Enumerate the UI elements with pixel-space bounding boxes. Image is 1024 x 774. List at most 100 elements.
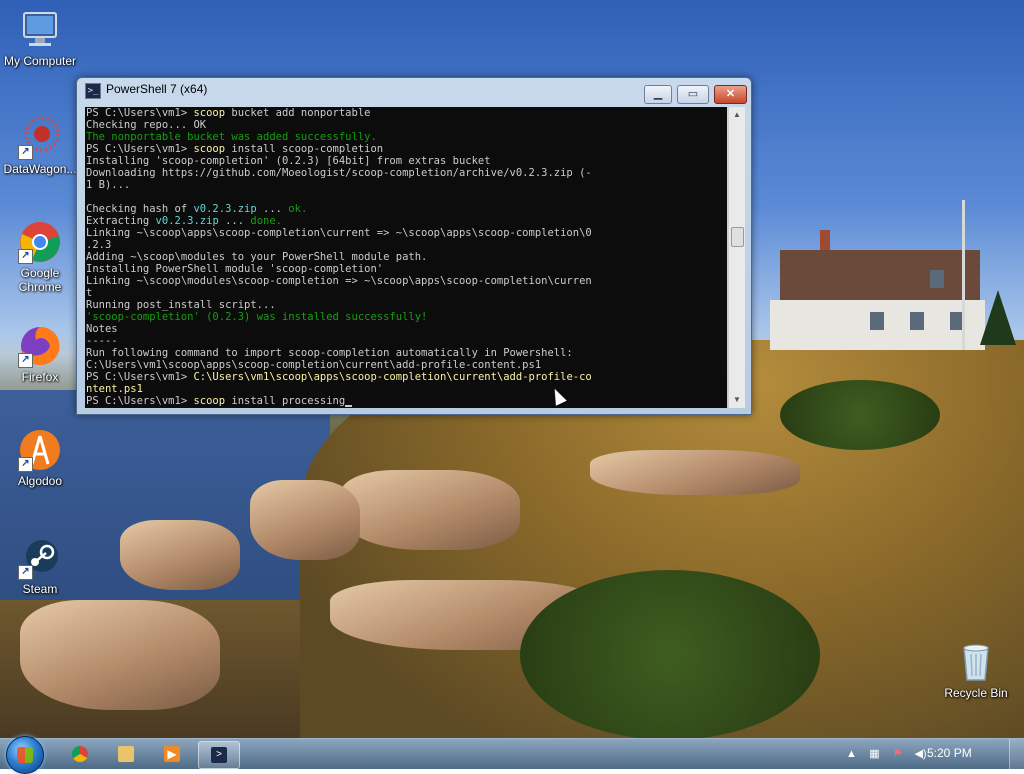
vertical-scrollbar[interactable]: ▲ ▼ [728, 107, 745, 408]
media-player-icon: ▶ [164, 746, 180, 762]
console-text: Linking ~\scoop\apps\scoop-completion\cu… [86, 227, 592, 239]
console-line: ntent.ps1 [86, 383, 726, 395]
wallpaper-rock [120, 520, 240, 590]
console-text: Run following command to import scoop-co… [86, 347, 573, 359]
console-line: Checking hash of v0.2.3.zip ... ok. [86, 203, 726, 215]
scroll-up-arrow-icon[interactable]: ▲ [729, 107, 745, 123]
steam-icon: ↗ [18, 536, 62, 580]
console-line: Running post_install script... [86, 299, 726, 311]
console-text: C:\Users\vm1\scoop\apps\scoop-completion… [86, 359, 542, 371]
console-text: bucket add nonportable [225, 107, 371, 119]
folder-icon [118, 746, 134, 762]
powershell-icon: > [211, 747, 227, 763]
console-line: C:\Users\vm1\scoop\apps\scoop-completion… [86, 359, 726, 371]
console-text: PS C:\Users\vm1> [86, 395, 194, 407]
console-text: C:\Users\vm1\scoop\apps\scoop-completion… [193, 371, 592, 383]
desktop-icon-algodoo[interactable]: ↗ Algodoo [0, 428, 80, 488]
console-text: Installing 'scoop-completion' (0.2.3) [6… [86, 155, 491, 167]
taskbar-item-media-player[interactable]: ▶ [152, 741, 192, 767]
console-text: ... [256, 203, 289, 215]
clock[interactable]: 5:20 PM [927, 746, 972, 760]
console-line: PS C:\Users\vm1> scoop install processin… [86, 395, 726, 407]
console-text: done. [250, 215, 282, 227]
scroll-down-arrow-icon[interactable]: ▼ [729, 392, 745, 408]
wallpaper-rock [20, 600, 220, 710]
wallpaper-bush [780, 380, 940, 450]
console-text: scoop [193, 143, 226, 155]
desktop-icon-datawagon[interactable]: ↗ DataWagon... [0, 116, 80, 176]
console-line: The nonportable bucket was added success… [86, 131, 726, 143]
console-text: Extracting [86, 215, 156, 227]
console-text: 'scoop-completion' (0.2.3) was installed… [86, 311, 428, 323]
console-line: Downloading https://github.com/Moeologis… [86, 167, 726, 179]
console-text: install scoop-completion [225, 143, 384, 155]
console-line: Notes [86, 323, 726, 335]
console-line: t [86, 287, 726, 299]
close-button[interactable]: ✕ [714, 85, 747, 104]
console-output[interactable]: PS C:\Users\vm1> scoop bucket add nonpor… [85, 107, 727, 408]
shortcut-arrow-icon: ↗ [18, 565, 33, 580]
powershell-icon[interactable]: >_ [85, 83, 101, 99]
taskbar-item-powershell[interactable]: > [198, 741, 240, 769]
console-line: Linking ~\scoop\modules\scoop-completion… [86, 275, 726, 287]
console-text: ok. [288, 203, 308, 215]
console-line: Run following command to import scoop-co… [86, 347, 726, 359]
network-icon[interactable]: ▦ [868, 748, 881, 761]
maximize-icon: ▭ [687, 88, 699, 100]
maximize-button[interactable]: ▭ [677, 85, 709, 104]
chrome-icon [72, 746, 88, 762]
console-line: PS C:\Users\vm1> C:\Users\vm1\scoop\apps… [86, 371, 726, 383]
console-line: Installing 'scoop-completion' (0.2.3) [6… [86, 155, 726, 167]
console-text: v0.2.3.zip [193, 203, 257, 215]
taskbar-item-chrome[interactable] [60, 741, 100, 767]
wallpaper-rock [340, 470, 520, 550]
console-text: Running post_install script... [86, 299, 276, 311]
desktop-icon-my-computer[interactable]: My Computer [0, 8, 80, 68]
console-text: Checking hash of [86, 203, 194, 215]
desktop-icon-google-chrome[interactable]: ↗ Google Chrome [0, 220, 80, 294]
minimize-button[interactable]: ▁ [644, 85, 672, 104]
desktop-icon-recycle-bin[interactable]: Recycle Bin [936, 640, 1016, 700]
wallpaper-house [770, 230, 990, 350]
console-text: Installing PowerShell module 'scoop-comp… [86, 263, 384, 275]
console-lines: PS C:\Users\vm1> scoop bucket add nonpor… [86, 107, 726, 407]
console-text: install processing [225, 395, 346, 407]
start-button[interactable] [6, 736, 44, 774]
powershell-window[interactable]: >_ PowerShell 7 (x64) ▁ ▭ ✕ PS C:\Users\… [76, 77, 752, 415]
algodoo-icon: ↗ [18, 428, 62, 472]
scrollbar-thumb[interactable] [731, 227, 744, 247]
console-text: scoop [193, 107, 226, 119]
console-text: v0.2.3.zip [155, 215, 219, 227]
console-text: Linking ~\scoop\modules\scoop-completion… [86, 275, 592, 287]
console-text: Checking repo... OK [86, 119, 207, 131]
console-line: PS C:\Users\vm1> scoop bucket add nonpor… [86, 107, 726, 119]
desktop-icon-label: Recycle Bin [944, 686, 1008, 700]
desktop-icon-label: DataWagon... [3, 162, 77, 176]
console-line: ----- [86, 335, 726, 347]
console-line: .2.3 [86, 239, 726, 251]
window-titlebar[interactable]: >_ PowerShell 7 (x64) ▁ ▭ ✕ [77, 78, 751, 104]
console-text: ntent.ps1 [86, 383, 143, 395]
action-center-icon[interactable]: ⚑ [891, 748, 904, 761]
window-title: PowerShell 7 (x64) [106, 82, 208, 96]
taskbar-item-file-explorer[interactable] [106, 741, 146, 767]
chrome-icon: ↗ [18, 220, 62, 264]
console-line: 1 B)... [86, 179, 726, 191]
console-text: scoop [193, 395, 226, 407]
console-text: The nonportable bucket was added success… [86, 131, 377, 143]
show-desktop-button[interactable] [1009, 739, 1024, 769]
datawagon-icon: ↗ [18, 116, 62, 160]
console-line: Checking repo... OK [86, 119, 726, 131]
volume-icon[interactable]: ◀) [914, 748, 927, 761]
desktop-icon-firefox[interactable]: ↗ Firefox [0, 324, 80, 384]
wallpaper-bush [520, 570, 820, 738]
show-hidden-icons-arrow-icon[interactable]: ▲ [845, 748, 858, 761]
minimize-icon: ▁ [653, 88, 663, 100]
windows-logo-icon [17, 747, 33, 763]
wallpaper-tree [980, 290, 1016, 345]
close-icon: ✕ [725, 88, 736, 100]
console-text: PS C:\Users\vm1> [86, 371, 194, 383]
text-cursor [345, 405, 353, 407]
desktop-icon-steam[interactable]: ↗ Steam [0, 536, 80, 596]
